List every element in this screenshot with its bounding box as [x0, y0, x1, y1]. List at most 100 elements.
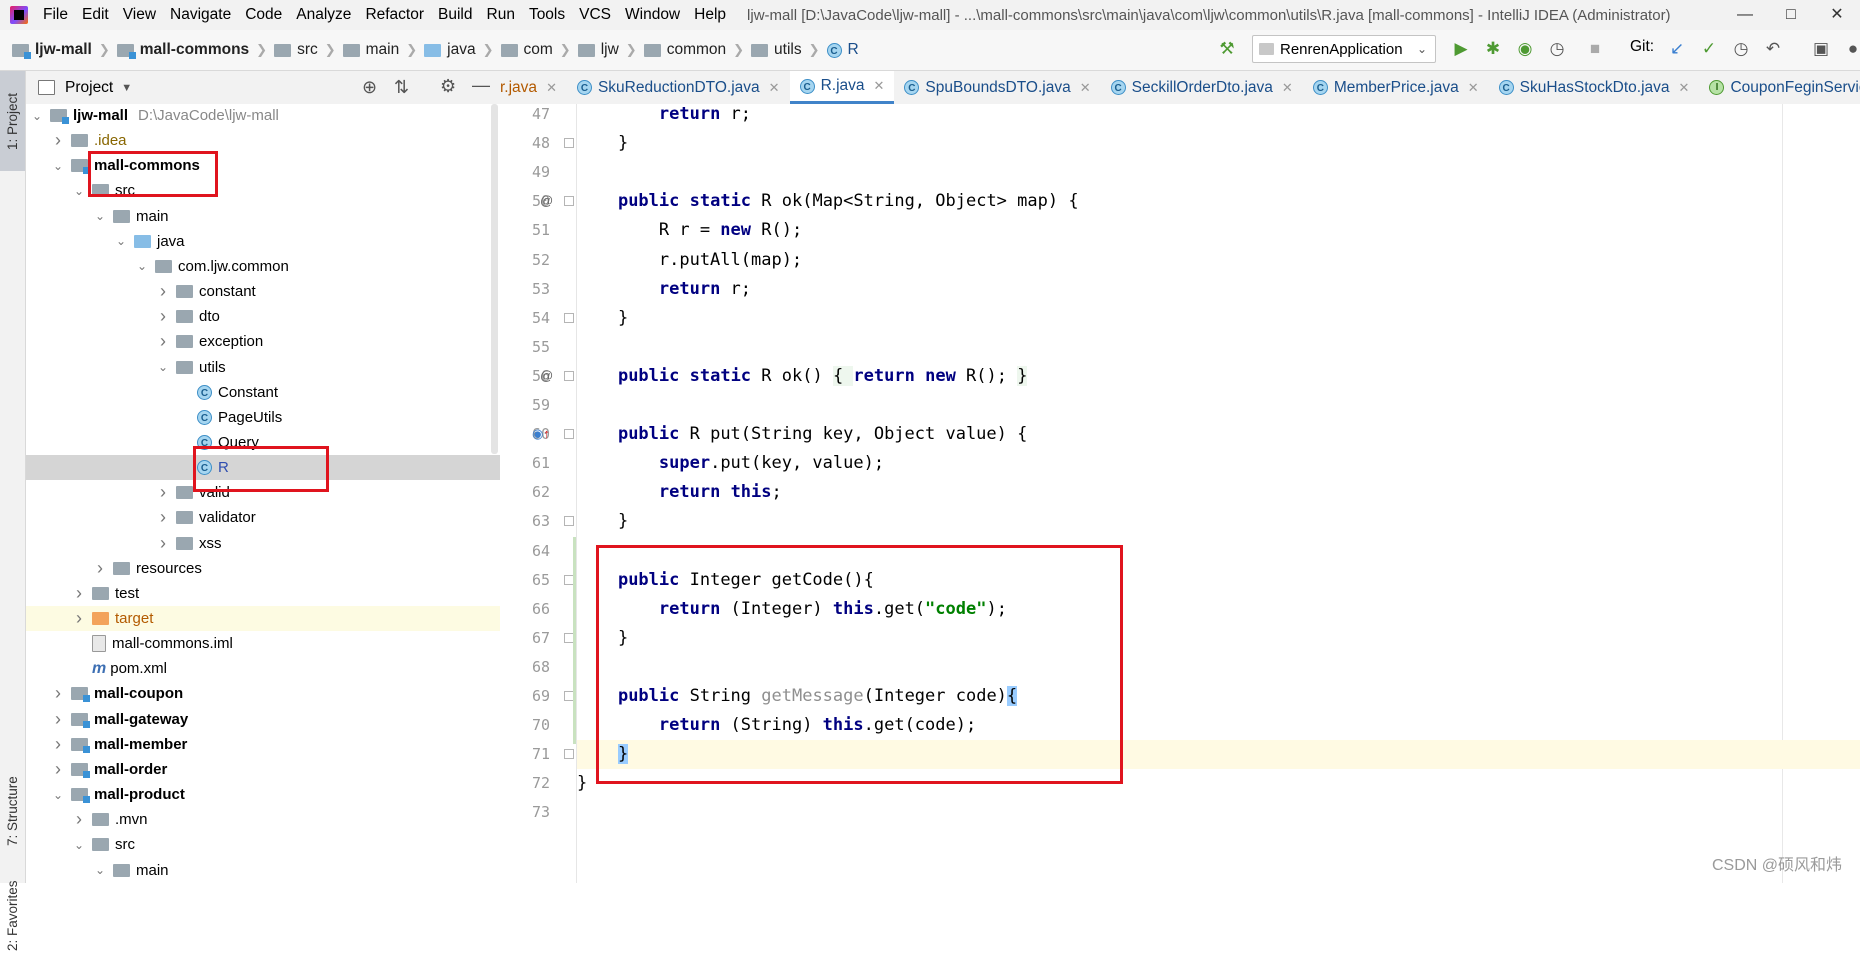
menu-item-view[interactable]: View [116, 0, 163, 30]
tool-tab-project[interactable]: 1: Project [0, 71, 25, 171]
breadcrumb-item-r[interactable]: CR [826, 41, 859, 59]
tree-node[interactable]: › exception [26, 329, 500, 354]
chevron-right-icon[interactable]: › [156, 482, 170, 503]
git-rollback-icon[interactable]: ↶ [1762, 38, 1784, 60]
breadcrumb-item-com[interactable]: com ❯ [500, 41, 578, 59]
tree-node[interactable]: ›CConstant [26, 380, 500, 405]
close-tab-icon[interactable]: ✕ [874, 78, 885, 94]
tree-node[interactable]: ›mpom.xml [26, 656, 500, 681]
fold-marker-icon[interactable] [564, 312, 574, 323]
menu-item-analyze[interactable]: Analyze [289, 0, 358, 30]
breadcrumb-item-main[interactable]: main ❯ [342, 41, 425, 59]
tree-node[interactable]: › .idea [26, 128, 500, 153]
hide-panel-icon[interactable]: — [472, 75, 490, 96]
project-panel-title[interactable]: Project [65, 79, 113, 97]
chevron-right-icon[interactable]: › [72, 809, 86, 830]
project-structure-icon[interactable]: ▣ [1810, 38, 1832, 60]
code-line[interactable] [577, 391, 1860, 420]
close-tab-icon[interactable]: ✕ [546, 80, 557, 96]
debug-icon[interactable]: ✱ [1482, 38, 1504, 60]
code-line[interactable]: return this; [577, 478, 1860, 507]
tree-node[interactable]: › mall-member [26, 732, 500, 757]
code-line[interactable] [577, 333, 1860, 362]
menu-item-help[interactable]: Help [687, 0, 733, 30]
tree-node[interactable]: › target [26, 606, 500, 631]
coverage-icon[interactable]: ◉ [1514, 38, 1536, 60]
chevron-right-icon[interactable]: › [72, 583, 86, 604]
breadcrumb-item-ljw-mall[interactable]: ljw-mall ❯ [12, 41, 117, 59]
chevron-right-icon[interactable]: › [156, 331, 170, 352]
close-tab-icon[interactable]: ✕ [1080, 80, 1091, 96]
breadcrumb-item-src[interactable]: src ❯ [274, 41, 343, 59]
code-line[interactable]: public static R ok(Map<String, Object> m… [577, 187, 1860, 216]
tool-tab-favorites[interactable]: 2: Favorites [0, 871, 25, 961]
editor-tab[interactable]: C R.java ✕ [789, 71, 895, 104]
editor-tab[interactable]: C SeckillOrderDto.java ✕ [1101, 71, 1303, 104]
fold-marker-icon[interactable] [564, 429, 574, 440]
close-tab-icon[interactable]: ✕ [1282, 80, 1293, 96]
menu-item-build[interactable]: Build [431, 0, 479, 30]
tree-node[interactable]: ›mall-commons.iml [26, 631, 500, 656]
git-history-icon[interactable]: ◷ [1730, 38, 1752, 60]
vcs-change-marker[interactable] [573, 536, 576, 745]
fold-marker-icon[interactable] [564, 138, 574, 149]
close-tab-icon[interactable]: ✕ [1468, 80, 1479, 96]
tree-node[interactable]: ⌄ src [26, 832, 500, 857]
breadcrumb-item-common[interactable]: common ❯ [643, 41, 751, 59]
gear-icon[interactable]: ⚙ [440, 76, 456, 97]
menu-item-vcs[interactable]: VCS [572, 0, 618, 30]
editor-tab[interactable]: ICouponFeginService.jav✕ [1699, 71, 1860, 104]
git-update-icon[interactable]: ↙ [1666, 38, 1688, 60]
chevron-right-icon[interactable]: › [156, 507, 170, 528]
code-line[interactable] [577, 158, 1860, 187]
chevron-down-icon[interactable]: ⌄ [51, 159, 65, 173]
chevron-right-icon[interactable]: › [51, 709, 65, 730]
menu-item-navigate[interactable]: Navigate [163, 0, 238, 30]
breadcrumb-item-mall-commons[interactable]: mall-commons ❯ [116, 41, 274, 59]
editor-tab[interactable]: C MemberPrice.java ✕ [1303, 71, 1489, 104]
tree-node[interactable]: ⌄ main [26, 858, 500, 883]
editor-tab[interactable]: C SkuHasStockDto.java ✕ [1489, 71, 1700, 104]
annotation-gutter-icon[interactable]: @ [540, 368, 553, 383]
menu-item-edit[interactable]: Edit [75, 0, 116, 30]
tool-tab-structure[interactable]: 7: Structure [0, 761, 25, 861]
code-line[interactable]: public static R ok() { return new R(); } [577, 362, 1860, 391]
collapse-all-icon[interactable]: ⇅ [394, 77, 409, 98]
tree-node[interactable]: › dto [26, 304, 500, 329]
chevron-right-icon[interactable]: › [156, 281, 170, 302]
breadcrumb-item-ljw[interactable]: ljw ❯ [577, 41, 644, 59]
tree-node[interactable]: ⌄ ljw-mall D:\JavaCode\ljw-mall [26, 104, 500, 128]
tree-node[interactable]: ⌄ com.ljw.common [26, 254, 500, 279]
tree-node[interactable]: › test [26, 581, 500, 606]
maximize-icon[interactable]: □ [1768, 0, 1814, 30]
menu-item-file[interactable]: File [36, 0, 75, 30]
annotation-gutter-icon[interactable]: @ [540, 193, 553, 208]
chevron-down-icon[interactable]: ⌄ [156, 360, 170, 374]
git-commit-icon[interactable]: ✓ [1698, 38, 1720, 60]
code-line[interactable] [577, 798, 1860, 827]
breadcrumb-item-utils[interactable]: utils ❯ [751, 41, 826, 59]
chevron-right-icon[interactable]: › [156, 306, 170, 327]
tree-node[interactable]: › validator [26, 505, 500, 530]
close-tab-icon[interactable]: ✕ [769, 80, 780, 96]
tree-node[interactable]: › mall-order [26, 757, 500, 782]
tree-node[interactable]: › constant [26, 279, 500, 304]
tree-node[interactable]: ⌄ mall-product [26, 782, 500, 807]
tree-node[interactable]: › resources [26, 556, 500, 581]
close-tab-icon[interactable]: ✕ [1679, 80, 1690, 96]
menu-item-run[interactable]: Run [480, 0, 522, 30]
code-line[interactable]: } [577, 304, 1860, 333]
tree-node[interactable]: › mall-gateway [26, 707, 500, 732]
editor-tab[interactable]: C SkuReductionDTO.java ✕ [567, 71, 790, 104]
minimize-icon[interactable]: — [1722, 0, 1768, 30]
stop-icon[interactable]: ■ [1584, 38, 1606, 60]
tree-node[interactable]: ⌄ java [26, 229, 500, 254]
fold-marker-icon[interactable] [564, 516, 574, 527]
menu-item-code[interactable]: Code [238, 0, 289, 30]
fold-marker-icon[interactable] [564, 196, 574, 207]
code-line[interactable]: r.putAll(map); [577, 246, 1860, 275]
chevron-right-icon[interactable]: › [156, 533, 170, 554]
search-everywhere-icon[interactable]: ● [1842, 38, 1860, 60]
chevron-down-icon[interactable]: ⌄ [72, 184, 86, 198]
build-hammer-icon[interactable]: ⚒ [1216, 38, 1238, 60]
